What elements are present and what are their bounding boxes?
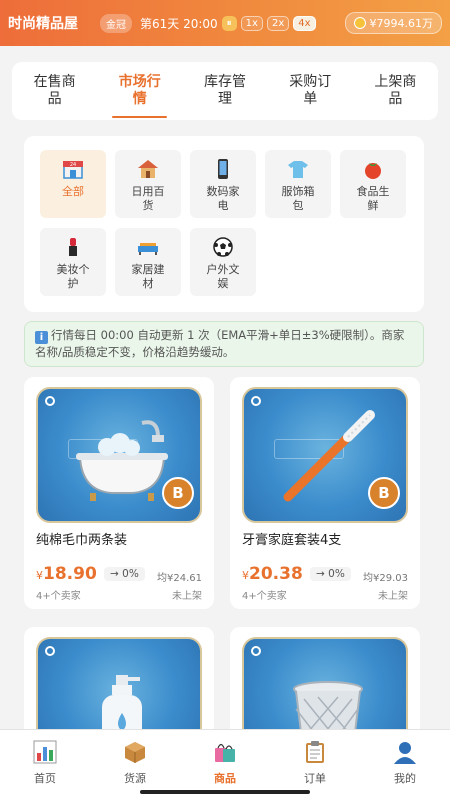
category-label: 食品生鲜 — [356, 185, 390, 212]
user-icon — [393, 740, 417, 764]
store-icon: 24 — [62, 158, 84, 180]
category-home[interactable]: 家居建材 — [115, 228, 181, 296]
price-trend: → 0% — [104, 567, 145, 581]
svg-text:24: 24 — [70, 162, 76, 168]
grade-badge: B — [368, 477, 400, 509]
category-food[interactable]: 食品生鲜 — [340, 150, 406, 218]
seller-count: 4+个卖家 — [242, 591, 287, 602]
speed-4x-button[interactable]: 4x — [293, 15, 316, 31]
home-indicator — [140, 790, 310, 794]
market-update-notice: i 行情每日 00:00 自动更新 1 次（EMA平滑+单日±3%硬限制）。商家名… — [24, 321, 424, 367]
nav-label: 货源 — [124, 772, 146, 785]
category-label: 家居建材 — [131, 263, 165, 290]
category-all[interactable]: 24 全部 — [40, 150, 106, 218]
coin-icon — [353, 17, 366, 29]
pause-button[interactable]: ⏸ — [221, 15, 237, 31]
lipstick-icon — [62, 236, 84, 258]
select-dot-icon — [251, 396, 261, 406]
nav-profile[interactable]: 我的 — [360, 730, 450, 800]
category-label: 全部 — [62, 185, 84, 198]
rank-badge: 金冠 — [100, 13, 132, 33]
speed-2x-button[interactable]: 2x — [266, 15, 290, 31]
seller-count: 4+个卖家 — [36, 591, 81, 602]
product-name: 牙膏家庭套装4支 — [242, 533, 342, 548]
balance-value: ¥7994.61万 — [369, 17, 434, 30]
phone-icon — [212, 158, 234, 180]
shopping-bag-icon — [213, 740, 237, 764]
notice-text: 行情每日 00:00 自动更新 1 次（EMA平滑+单日±3%硬限制）。商家名称… — [35, 328, 405, 359]
average-price: 均¥29.03 — [363, 573, 408, 584]
tab-on-sale[interactable]: 在售商品 — [12, 62, 97, 120]
bathtub-icon — [76, 420, 168, 501]
top-bar: 时尚精品屋 金冠 第61天 20:00 ⏸ 1x 2x 4x ¥7994.61万 — [0, 0, 450, 46]
tab-market[interactable]: 市场行情 — [97, 62, 182, 120]
category-apparel[interactable]: 服饰箱包 — [265, 150, 331, 218]
select-dot-icon — [45, 396, 55, 406]
shop-name: 时尚精品屋 — [8, 16, 78, 32]
select-dot-icon — [45, 646, 55, 656]
soccer-ball-icon — [212, 236, 234, 258]
nav-home[interactable]: 首页 — [0, 730, 90, 800]
category-digital[interactable]: 数码家电 — [190, 150, 256, 218]
listing-status: 未上架 — [378, 591, 408, 602]
select-dot-icon — [251, 646, 261, 656]
nav-label: 订单 — [304, 772, 326, 785]
category-label: 数码家电 — [206, 185, 240, 212]
game-day-time: 第61天 20:00 — [140, 16, 218, 31]
tomato-icon — [362, 158, 384, 180]
tab-bar: 在售商品 市场行情 库存管理 采购订单 上架商品 — [12, 62, 438, 120]
nav-label: 首页 — [34, 772, 56, 785]
category-label: 户外文娱 — [206, 263, 240, 290]
balance-display: ¥7994.61万 — [344, 12, 442, 34]
tab-listed[interactable]: 上架商品 — [353, 62, 438, 120]
speed-1x-button[interactable]: 1x — [240, 15, 263, 31]
sofa-icon — [137, 236, 159, 258]
product-price: ¥20.38 — [242, 564, 303, 584]
product-price: ¥18.90 — [36, 564, 97, 584]
nav-label: 商品 — [214, 772, 236, 785]
category-daily-goods[interactable]: 日用百货 — [115, 150, 181, 218]
category-beauty[interactable]: 美妆个护 — [40, 228, 106, 296]
tshirt-icon — [287, 158, 309, 180]
info-icon: i — [35, 331, 48, 344]
category-label: 服饰箱包 — [281, 185, 315, 212]
price-trend: → 0% — [310, 567, 351, 581]
average-price: 均¥24.61 — [157, 573, 202, 584]
product-card[interactable]: B 纯棉毛巾两条装 ¥18.90 → 0% 均¥24.61 4+个卖家 未上架 — [24, 377, 214, 609]
nav-label: 我的 — [394, 772, 416, 785]
house-icon — [137, 158, 159, 180]
category-label: 美妆个护 — [56, 263, 90, 290]
product-card[interactable]: B 牙膏家庭套装4支 ¥20.38 → 0% 均¥29.03 4+个卖家 未上架 — [230, 377, 420, 609]
product-image: B — [36, 387, 202, 523]
product-image: B — [242, 387, 408, 523]
clipboard-icon — [303, 740, 327, 764]
category-panel: 24 全部 日用百货 数码家电 服饰箱包 食品生鲜 美妆个护 家居建材 户外文娱 — [24, 136, 424, 312]
package-icon — [123, 740, 147, 764]
listing-status: 未上架 — [172, 591, 202, 602]
product-name: 纯棉毛巾两条装 — [36, 533, 128, 548]
category-label: 日用百货 — [131, 185, 165, 212]
tab-purchase-orders[interactable]: 采购订单 — [268, 62, 353, 120]
chart-icon — [33, 740, 57, 764]
grade-badge: B — [162, 477, 194, 509]
tab-inventory[interactable]: 库存管理 — [182, 62, 267, 120]
category-outdoor[interactable]: 户外文娱 — [190, 228, 256, 296]
